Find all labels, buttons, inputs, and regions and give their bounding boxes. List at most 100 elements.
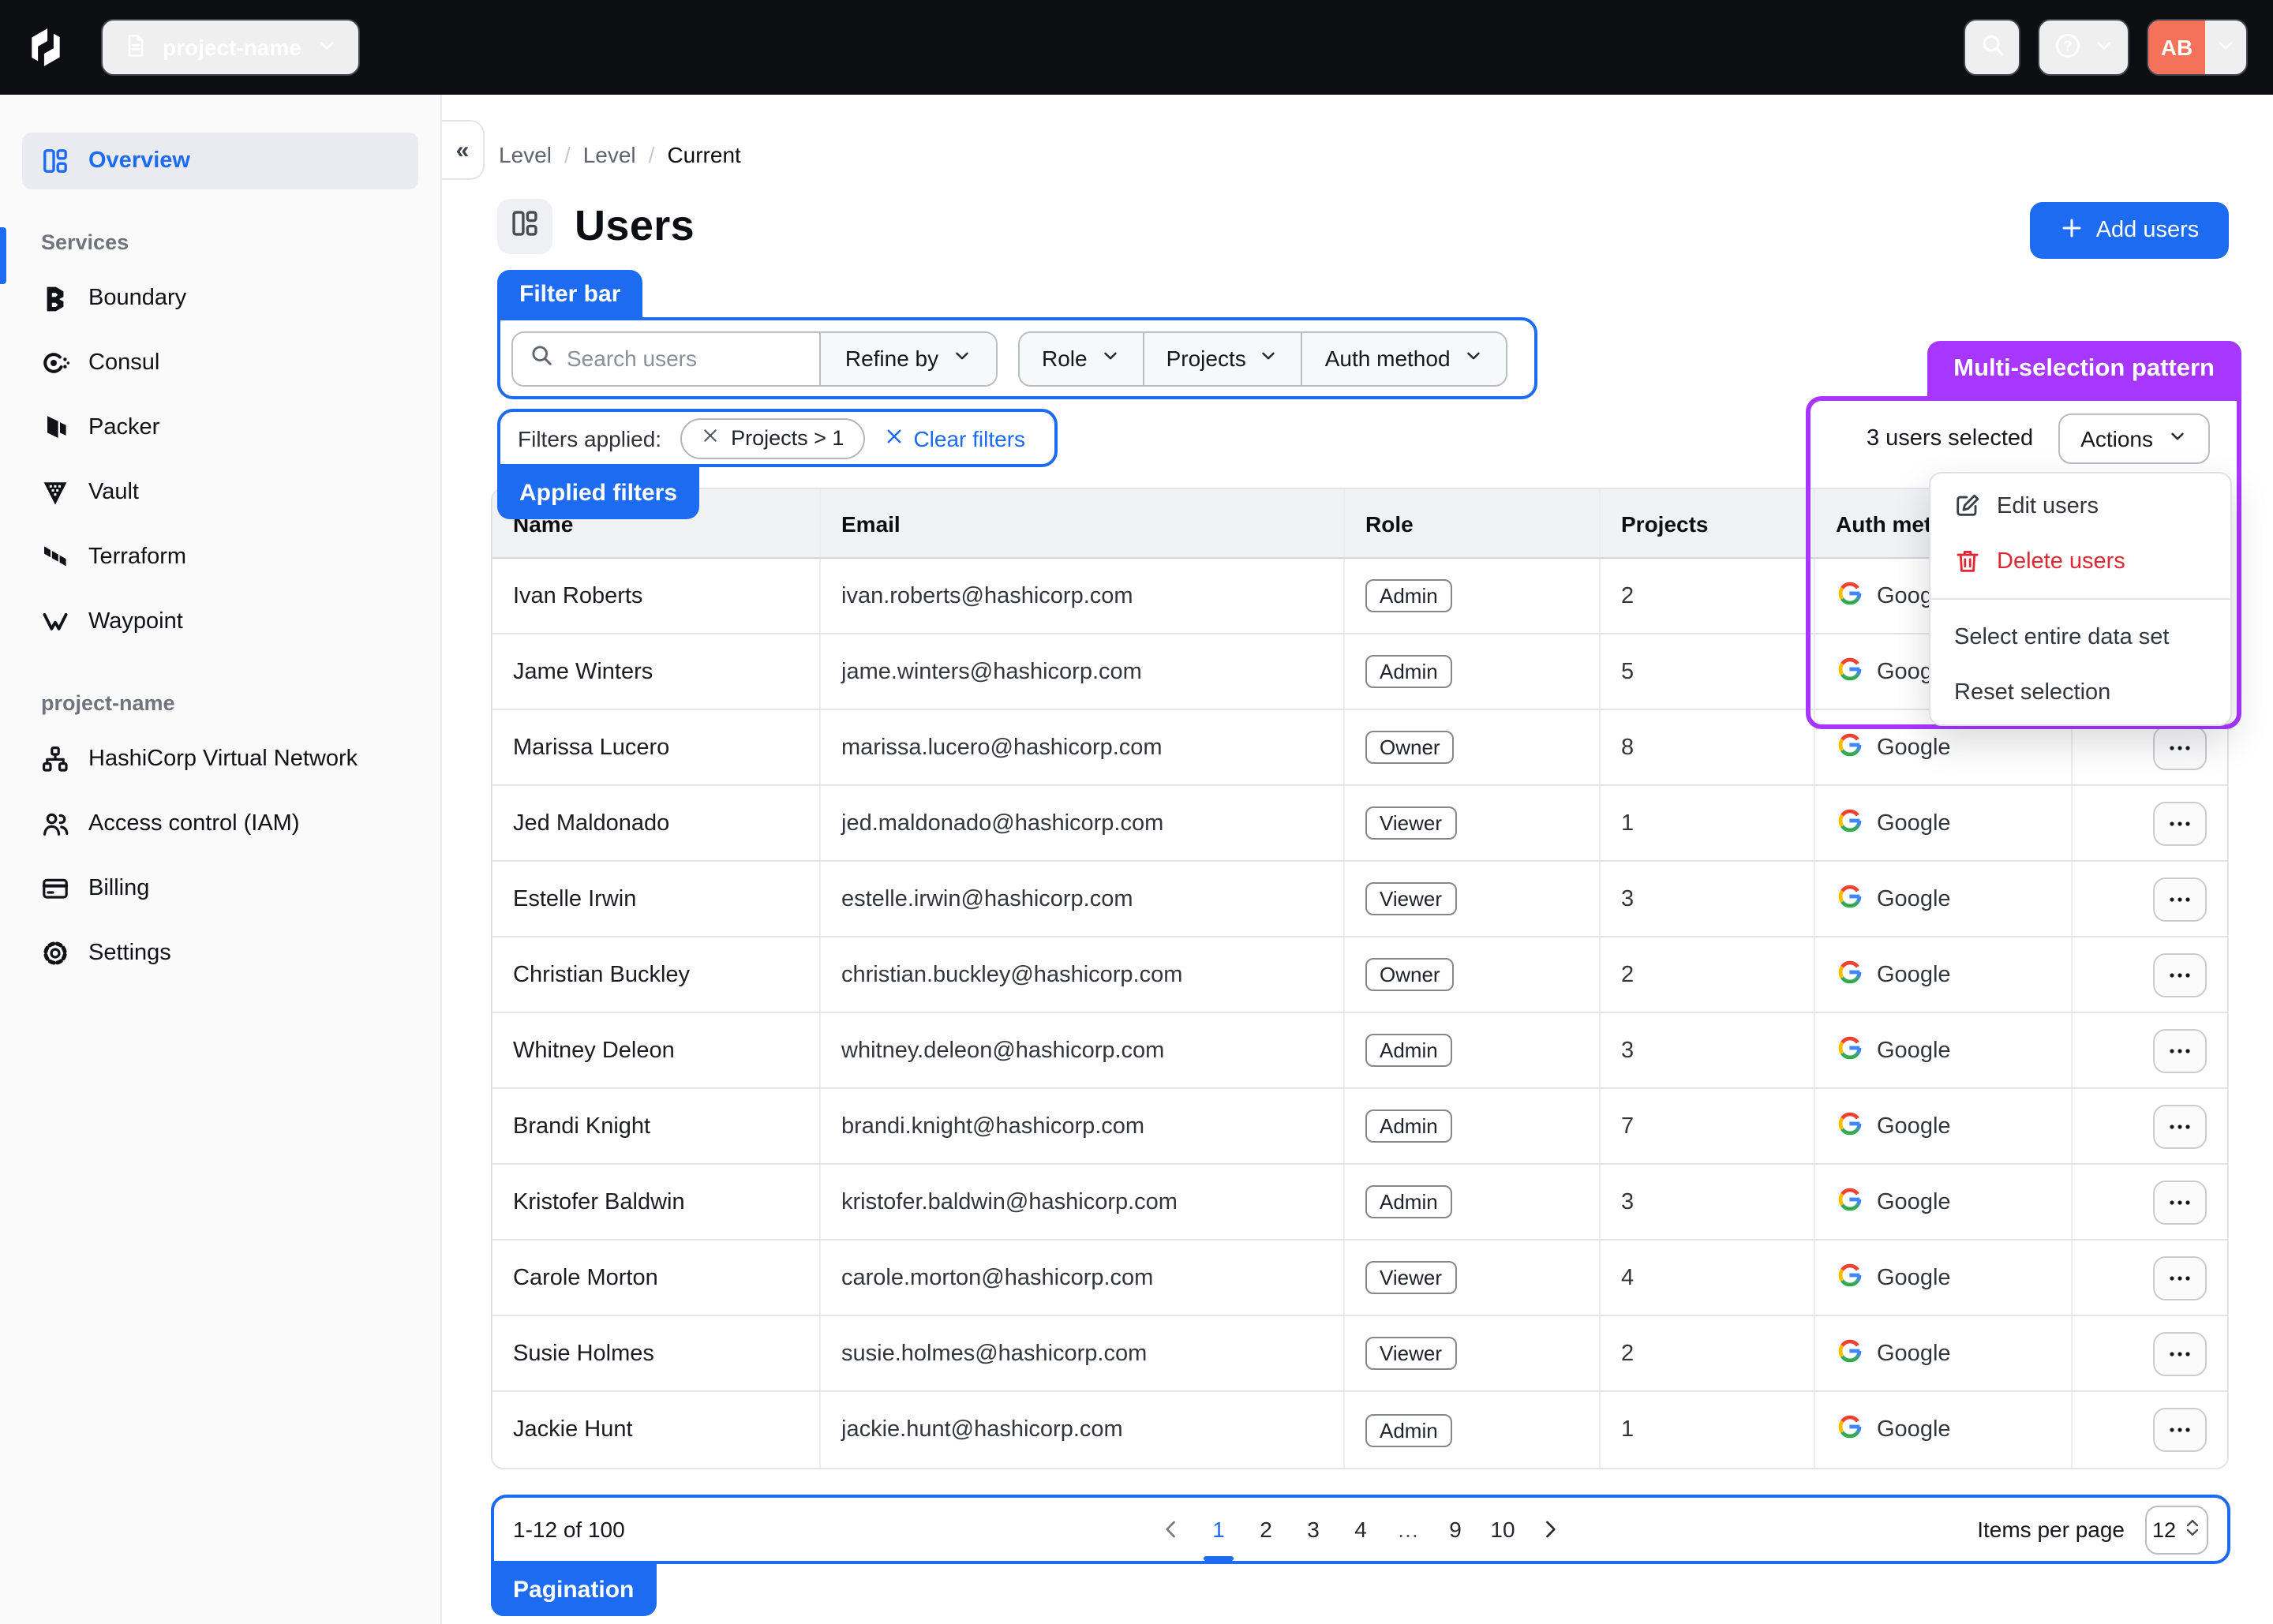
sidebar-collapse-button[interactable]: « — [442, 120, 485, 180]
sidebar-item-consul[interactable]: Consul — [22, 335, 418, 391]
actions-label: Actions — [2080, 426, 2153, 451]
row-actions-button[interactable] — [2153, 952, 2207, 997]
waypoint-icon — [41, 608, 69, 636]
sidebar-item-label: Terraform — [88, 544, 186, 570]
cell-projects: 1 — [1601, 1392, 1815, 1468]
cell-role: Viewer — [1345, 862, 1601, 936]
sidebar-item-terraform[interactable]: Terraform — [22, 529, 418, 586]
sidebar-item-hashicorp-virtual-network[interactable]: HashiCorp Virtual Network — [22, 731, 418, 788]
help-menu-button[interactable]: ? — [2038, 19, 2129, 76]
cell-role: Admin — [1345, 1392, 1601, 1468]
breadcrumb-link[interactable]: Level — [583, 142, 636, 167]
sidebar-item-settings[interactable]: Settings — [22, 925, 418, 982]
clear-filters-link[interactable]: Clear filters — [883, 425, 1025, 451]
cell-email: ivan.roberts@hashicorp.com — [821, 559, 1345, 633]
role-badge: Admin — [1365, 655, 1452, 688]
sidebar-item-packer[interactable]: Packer — [22, 399, 418, 456]
cell-email: whitney.deleon@hashicorp.com — [821, 1013, 1345, 1087]
cell-auth-method: Google — [1815, 862, 2073, 936]
search-users-input[interactable] — [567, 346, 788, 371]
row-actions-button[interactable] — [2153, 1408, 2207, 1452]
add-users-button[interactable]: Add users — [2030, 202, 2229, 259]
pagination-prev-button[interactable] — [1151, 1495, 1192, 1564]
items-per-page-label: Items per page — [1977, 1517, 2125, 1542]
sidebar-section: ServicesBoundaryConsulPackerVaultTerrafo… — [0, 230, 440, 650]
cell-role: Admin — [1345, 1013, 1601, 1087]
pagination-page-1[interactable]: 1 — [1198, 1495, 1239, 1564]
breadcrumb-separator: / — [649, 142, 655, 167]
cell-name: Carole Morton — [492, 1240, 821, 1315]
hashicorp-logo-icon[interactable] — [25, 27, 66, 68]
terraform-icon — [41, 543, 69, 571]
filter-dropdown-auth-method[interactable]: Auth method — [1301, 332, 1506, 384]
role-badge: Viewer — [1365, 806, 1456, 840]
sidebar-item-overview[interactable]: Overview — [22, 133, 418, 189]
table-row: Jed Maldonadojed.maldonado@hashicorp.com… — [492, 786, 2227, 862]
sidebar-item-billing[interactable]: Billing — [22, 860, 418, 917]
sidebar-item-label: HashiCorp Virtual Network — [88, 747, 358, 772]
cell-projects: 3 — [1601, 862, 1815, 936]
cell-auth-method: Google — [1815, 1240, 2073, 1315]
pagination-page-9[interactable]: 9 — [1435, 1495, 1476, 1564]
cell-projects: 8 — [1601, 710, 1815, 784]
sidebar-item-boundary[interactable]: Boundary — [22, 270, 418, 327]
boundary-icon — [41, 284, 69, 312]
pagination-page-4[interactable]: 4 — [1340, 1495, 1381, 1564]
pagination-page-10[interactable]: 10 — [1482, 1495, 1523, 1564]
search-button[interactable] — [1964, 19, 2020, 76]
row-actions-button[interactable] — [2153, 1028, 2207, 1072]
menu-item-select-entire-data-set[interactable]: Select entire data set — [1930, 609, 2230, 664]
project-switcher-button[interactable]: project-name — [101, 19, 360, 76]
page-title: Users — [575, 202, 695, 251]
pagination-page-3[interactable]: 3 — [1293, 1495, 1334, 1564]
filter-chips: Projects > 1 — [680, 417, 864, 458]
refine-by-dropdown[interactable]: Refine by — [819, 332, 996, 384]
sidebar-item-label: Billing — [88, 876, 149, 901]
row-actions-button[interactable] — [2153, 1331, 2207, 1375]
cell-projects: 2 — [1601, 1316, 1815, 1390]
row-actions-button[interactable] — [2153, 877, 2207, 921]
sidebar-section-title: project-name — [41, 691, 399, 715]
items-per-page-stepper[interactable]: 12 — [2145, 1505, 2208, 1554]
chevron-down-icon — [2092, 34, 2114, 61]
cell-projects: 4 — [1601, 1240, 1815, 1315]
row-actions-button[interactable] — [2153, 725, 2207, 769]
table-header-cell: Role — [1345, 489, 1601, 557]
network-icon — [41, 745, 69, 773]
auth-method-label: Google — [1877, 735, 1951, 760]
actions-dropdown-button[interactable]: Actions — [2058, 413, 2210, 464]
row-actions-button[interactable] — [2153, 1255, 2207, 1300]
google-icon — [1836, 730, 1864, 765]
actions-menu: Edit usersDelete users Select entire data… — [1929, 472, 2232, 726]
breadcrumb-link[interactable]: Level — [499, 142, 552, 167]
cell-name: Susie Holmes — [492, 1316, 821, 1390]
menu-item-delete-users[interactable]: Delete users — [1930, 533, 2230, 589]
breadcrumb-current: Current — [667, 142, 740, 167]
cell-projects: 3 — [1601, 1013, 1815, 1087]
filter-dropdown-projects[interactable]: Projects — [1143, 332, 1301, 384]
table-row: Brandi Knightbrandi.knight@hashicorp.com… — [492, 1089, 2227, 1165]
menu-item-reset-selection[interactable]: Reset selection — [1930, 664, 2230, 720]
cell-role: Viewer — [1345, 786, 1601, 860]
sidebar-item-access-control-iam-[interactable]: Access control (IAM) — [22, 795, 418, 852]
cell-auth-method: Google — [1815, 1013, 2073, 1087]
row-actions-button[interactable] — [2153, 801, 2207, 845]
refine-by-label: Refine by — [845, 346, 938, 371]
account-menu-button[interactable]: AB — [2147, 19, 2248, 76]
table-row: Jackie Huntjackie.hunt@hashicorp.comAdmi… — [492, 1392, 2227, 1468]
row-actions-button[interactable] — [2153, 1180, 2207, 1224]
row-actions-button[interactable] — [2153, 1104, 2207, 1148]
pagination-next-button[interactable] — [1530, 1495, 1571, 1564]
cell-projects: 3 — [1601, 1165, 1815, 1239]
filter-chip[interactable]: Projects > 1 — [680, 417, 864, 458]
cell-email: kristofer.baldwin@hashicorp.com — [821, 1165, 1345, 1239]
menu-item-edit-users[interactable]: Edit users — [1930, 478, 2230, 533]
pagination-page-2[interactable]: 2 — [1245, 1495, 1286, 1564]
cell-email: brandi.knight@hashicorp.com — [821, 1089, 1345, 1163]
sidebar-item-waypoint[interactable]: Waypoint — [22, 593, 418, 650]
cell-actions — [2073, 1165, 2227, 1239]
role-badge: Owner — [1365, 958, 1455, 991]
sidebar-item-vault[interactable]: Vault — [22, 464, 418, 521]
filter-dropdown-role[interactable]: Role — [1020, 332, 1143, 384]
filter-dropdown-label: Role — [1042, 346, 1088, 371]
